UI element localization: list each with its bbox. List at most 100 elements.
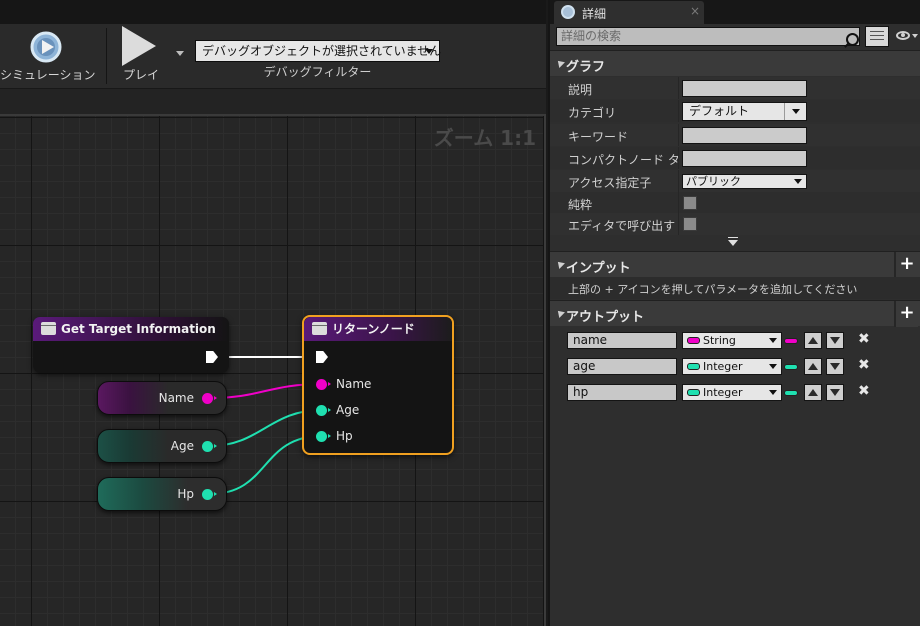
chevron-down-icon	[769, 338, 777, 343]
move-down-button[interactable]	[826, 332, 844, 349]
prop-divider	[678, 213, 679, 235]
prop-row-pure: 純粋	[550, 192, 920, 214]
section-output-header[interactable]: アウトプット +	[550, 300, 920, 327]
chevron-down-icon[interactable]	[912, 34, 918, 38]
output-type-select[interactable]: Integer	[682, 384, 782, 401]
details-search-placeholder: 詳細の検索	[561, 29, 622, 43]
variable-node-name[interactable]: Name	[97, 381, 227, 415]
function-icon	[312, 322, 327, 335]
tab-details[interactable]: 詳細 ×	[554, 1, 704, 24]
return-node-title-text: リターンノード	[332, 322, 415, 336]
variable-label-age: Age	[170, 439, 194, 453]
output-type-select[interactable]: String	[682, 332, 782, 349]
collapse-arrow-icon	[555, 308, 565, 318]
remove-output-button[interactable]: ✖	[858, 383, 870, 399]
collapse-arrow-icon	[555, 259, 565, 269]
output-type-value: String	[703, 334, 736, 347]
call-in-editor-checkbox[interactable]	[683, 217, 697, 231]
blueprint-graph-canvas[interactable]: ズーム 1:1 Get Target Information リターンノード N…	[0, 114, 546, 626]
remove-output-button[interactable]: ✖	[858, 331, 870, 347]
advanced-expand-button[interactable]	[550, 236, 920, 250]
simulation-button[interactable]: シミュレーション	[0, 26, 96, 86]
section-graph-header[interactable]: グラフ	[550, 50, 920, 76]
name-output-pin[interactable]	[202, 393, 217, 404]
add-input-button[interactable]: +	[894, 252, 918, 278]
integer-type-swatch	[687, 363, 700, 370]
output-row: age Integer ✖	[550, 354, 920, 380]
close-icon[interactable]: ×	[690, 4, 700, 18]
string-type-swatch	[687, 337, 700, 344]
hp-input-pin[interactable]	[316, 431, 331, 442]
collapse-arrow-icon	[555, 58, 565, 68]
description-field[interactable]	[682, 80, 807, 97]
output-row: name String ✖	[550, 328, 920, 354]
exec-output-pin[interactable]	[206, 351, 218, 363]
prop-label-compact-title: コンパクトノード タイトル	[568, 153, 678, 167]
zoom-label: ズーム 1:1	[433, 126, 536, 150]
access-specifier-select[interactable]: パブリック	[682, 174, 807, 189]
prop-label-pure: 純粋	[568, 198, 593, 212]
compact-title-field[interactable]	[682, 150, 807, 167]
prop-label-keyword: キーワード	[568, 130, 629, 144]
graph-right-border	[544, 114, 546, 626]
prop-divider	[678, 100, 679, 122]
pure-checkbox[interactable]	[683, 196, 697, 210]
prop-divider	[678, 170, 679, 192]
simulation-label: シミュレーション	[0, 68, 96, 82]
move-up-button[interactable]	[804, 358, 822, 375]
section-input-header[interactable]: インプット +	[550, 251, 920, 278]
output-row: hp Integer ✖	[550, 380, 920, 406]
variable-node-hp[interactable]: Hp	[97, 477, 227, 511]
chevron-down-icon	[769, 364, 777, 369]
details-search-row: 詳細の検索	[550, 24, 920, 50]
output-name-field[interactable]: name	[567, 332, 677, 349]
debug-object-select[interactable]: デバッグオブジェクトが選択されていません	[195, 40, 442, 62]
output-type-value: Integer	[703, 360, 743, 373]
move-up-button[interactable]	[804, 332, 822, 349]
output-type-value: Integer	[703, 386, 743, 399]
prop-label-call-in-editor: エディタで呼び出す	[568, 219, 676, 233]
debug-object-value: デバッグオブジェクトが選択されていません	[202, 44, 442, 58]
category-combo[interactable]: デフォルト	[682, 102, 807, 121]
return-node-title: リターンノード	[304, 317, 452, 341]
prop-label-category: カテゴリ	[568, 106, 617, 120]
eye-icon[interactable]	[896, 31, 910, 40]
function-entry-title: Get Target Information	[33, 317, 229, 341]
prop-row-compact-title: コンパクトノード タイトル	[550, 147, 920, 169]
details-panel: 詳細 × 詳細の検索 グラフ 説明 カテゴリ デフォルト キーワード コンパクト…	[548, 0, 920, 626]
prop-divider	[678, 124, 679, 146]
name-input-pin[interactable]	[316, 379, 331, 390]
hp-output-pin[interactable]	[202, 489, 217, 500]
output-type-select[interactable]: Integer	[682, 358, 782, 375]
function-entry-node[interactable]: Get Target Information	[33, 317, 229, 373]
return-node[interactable]: リターンノード Name Age Hp	[302, 315, 454, 455]
property-matrix-button[interactable]	[865, 26, 889, 47]
chevron-down-icon	[769, 390, 777, 395]
pin-type-icon	[784, 364, 798, 370]
age-output-pin[interactable]	[202, 441, 217, 452]
play-options-chevron-down-icon[interactable]	[176, 51, 184, 56]
output-name-field[interactable]: age	[567, 358, 677, 375]
section-output-title: アウトプット	[566, 310, 645, 325]
details-search-input[interactable]: 詳細の検索	[556, 27, 860, 46]
add-output-button[interactable]: +	[894, 301, 918, 327]
tab-details-label: 詳細	[582, 7, 607, 21]
prop-row-category: カテゴリ デフォルト	[550, 100, 920, 122]
exec-input-pin[interactable]	[316, 351, 328, 363]
prop-label-access: アクセス指定子	[568, 176, 652, 190]
details-tab-bar: 詳細 ×	[550, 0, 920, 24]
move-down-button[interactable]	[826, 384, 844, 401]
details-icon	[561, 5, 575, 19]
variable-node-age[interactable]: Age	[97, 429, 227, 463]
age-input-pin[interactable]	[316, 405, 331, 416]
move-down-button[interactable]	[826, 358, 844, 375]
function-icon	[41, 322, 56, 335]
move-up-button[interactable]	[804, 384, 822, 401]
remove-output-button[interactable]: ✖	[858, 357, 870, 373]
return-pin-label-name: Name	[336, 377, 372, 391]
function-entry-title-text: Get Target Information	[61, 322, 216, 336]
output-name-field[interactable]: hp	[567, 384, 677, 401]
play-button[interactable]: プレイ	[110, 26, 172, 86]
prop-divider	[678, 77, 679, 99]
keyword-field[interactable]	[682, 127, 807, 144]
